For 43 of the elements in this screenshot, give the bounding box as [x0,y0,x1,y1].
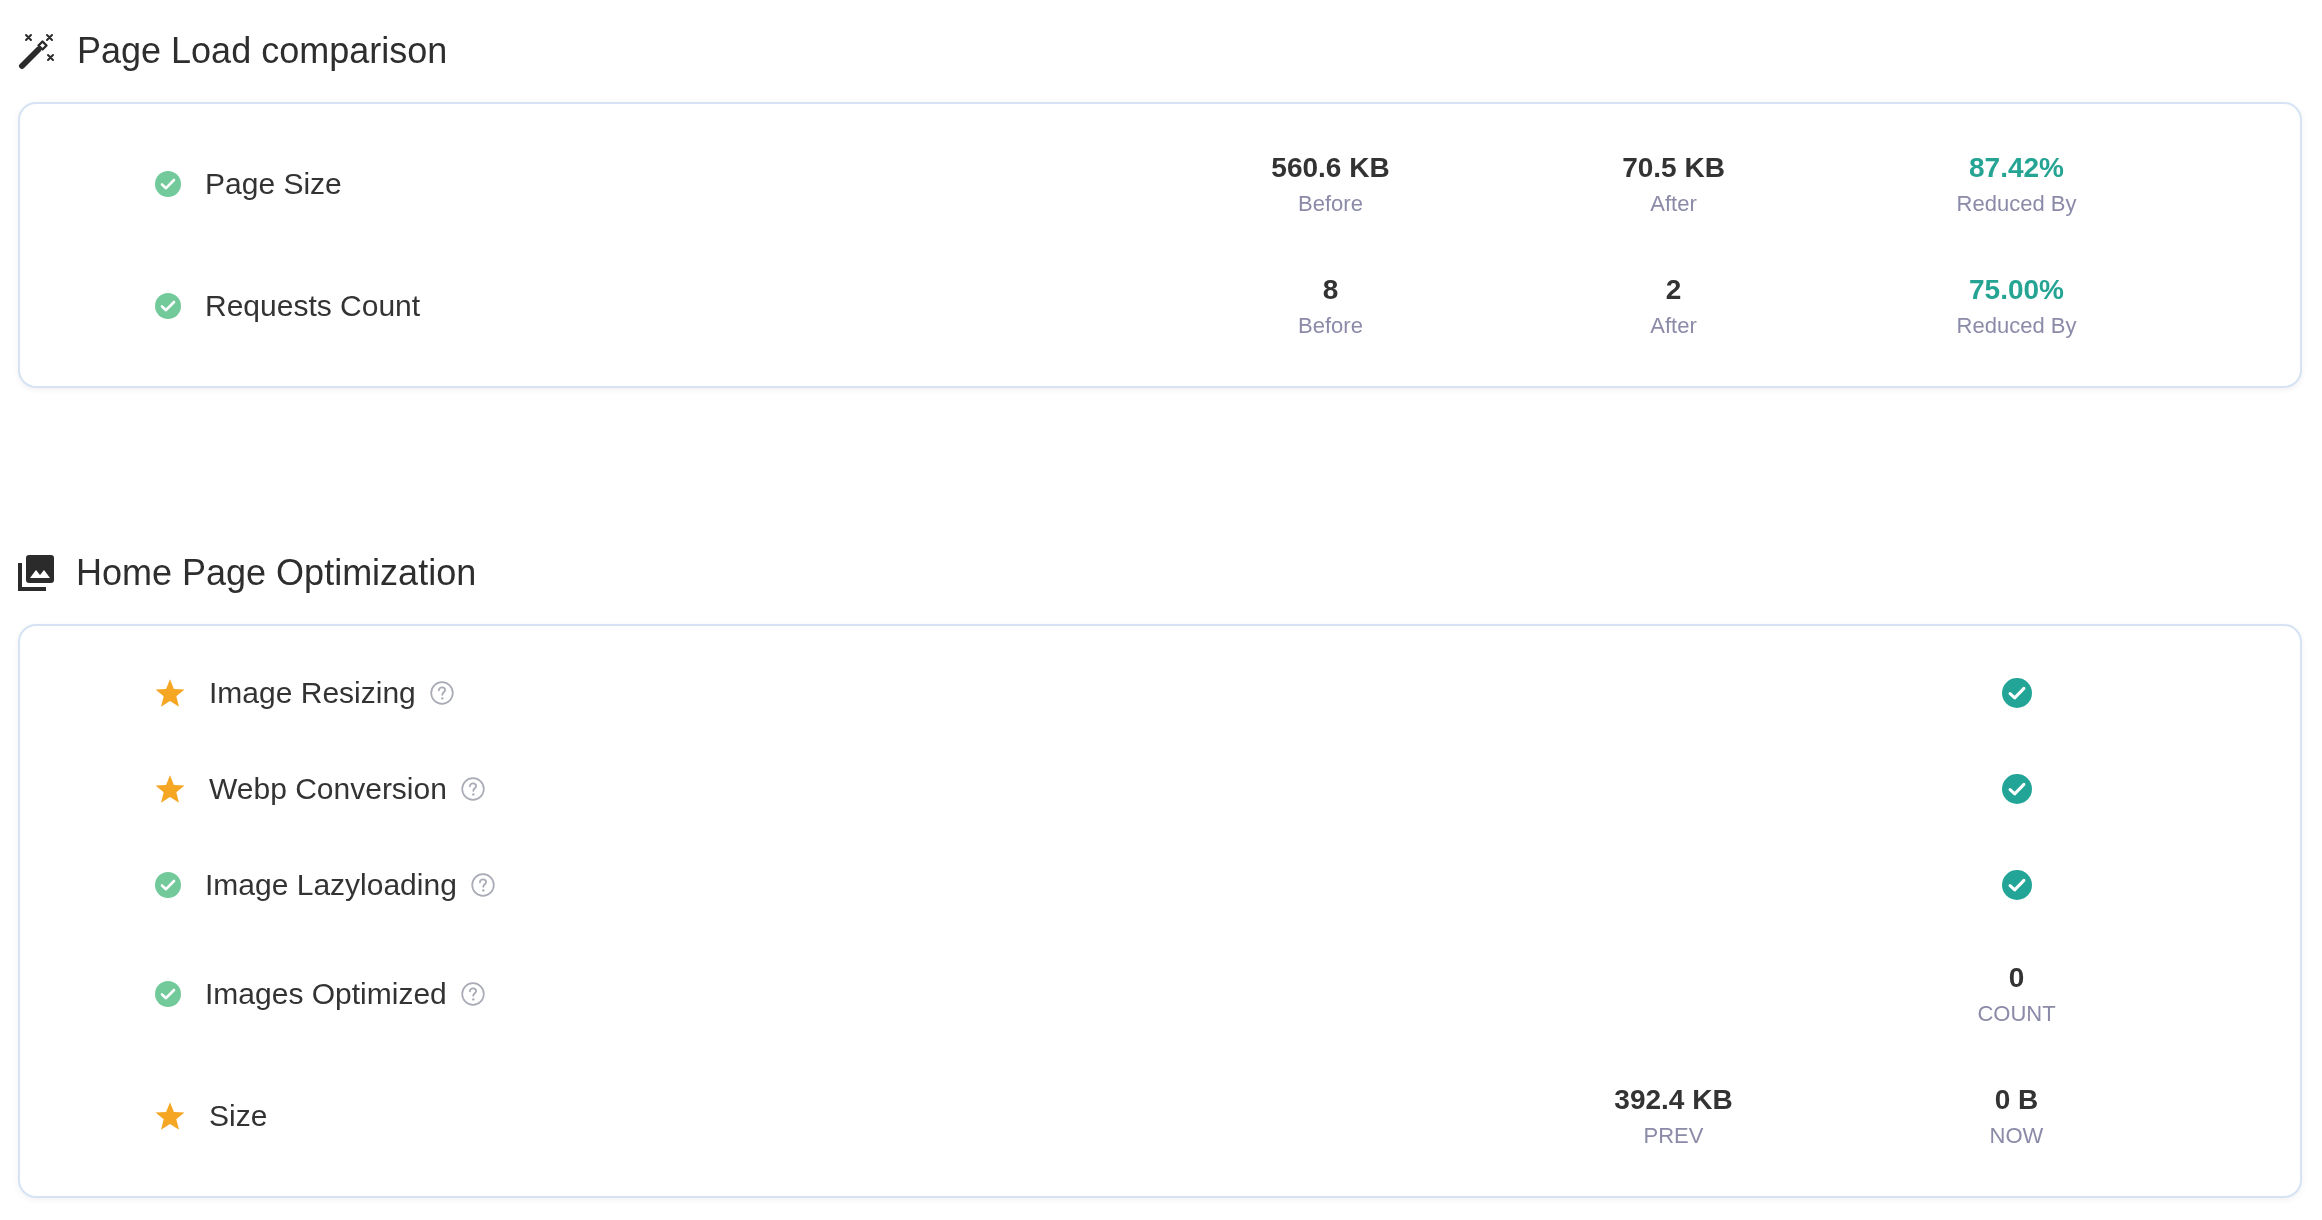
check-circle-icon [155,981,181,1007]
row-label: Images Optimized [205,976,447,1012]
stat-value: 8 [1322,273,1339,307]
check-circle-icon [2001,774,2032,804]
stat-caption: Before [1298,312,1363,340]
check-circle-icon [2001,870,2032,900]
check-circle-icon [155,872,181,898]
stat-value: 2 [1665,273,1682,307]
help-icon[interactable] [460,982,485,1006]
row-label: Size [209,1098,268,1134]
section-title: Page Load comparison [77,29,448,73]
check-circle-icon [155,171,181,197]
stat-caption: After [1650,312,1697,340]
stat-value: 0 [2008,961,2025,995]
row-label: Webp Conversion [209,771,447,807]
stat-caption: PREV [1643,1122,1704,1150]
row-label: Requests Count [205,288,421,324]
check-circle-icon [2001,678,2032,708]
stat-caption: COUNT [1977,1000,2056,1028]
stat-value: 0 B [1994,1083,2039,1117]
stat-value: 75.00% [1969,273,2064,307]
check-circle-icon [155,293,181,319]
images-icon [18,555,54,591]
magic-wand-icon [18,32,55,70]
star-icon [155,1101,185,1131]
row-label: Image Resizing [209,675,416,711]
star-icon [155,774,185,804]
help-icon[interactable] [429,681,454,705]
help-icon[interactable] [470,873,495,897]
help-icon[interactable] [460,777,485,801]
row-label: Page Size [205,166,342,202]
stat-caption: After [1650,190,1697,218]
section-title: Home Page Optimization [76,551,477,595]
stat-caption: NOW [1989,1122,2044,1150]
stat-caption: Reduced By [1956,190,2077,218]
star-icon [155,678,185,708]
stat-value: 392.4 KB [1614,1083,1733,1117]
stat-value: 87.42% [1969,151,2064,185]
stat-caption: Before [1298,190,1363,218]
stat-caption: Reduced By [1956,312,2077,340]
stat-value: 70.5 KB [1622,151,1725,185]
stat-value: 560.6 KB [1271,151,1390,185]
row-label: Image Lazyloading [205,867,457,903]
